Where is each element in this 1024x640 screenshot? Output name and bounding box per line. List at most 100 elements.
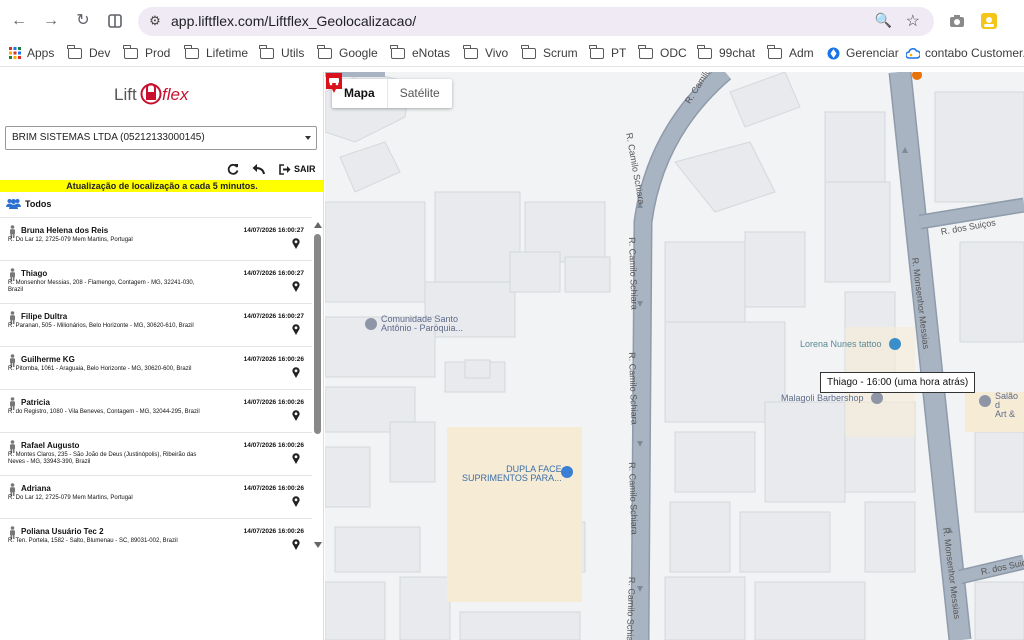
person-row[interactable]: Filipe Dultra 14/07/2026 16:00:27 R. Par… <box>0 304 312 347</box>
person-name: Poliana Usuário Tec 2 <box>21 527 104 536</box>
person-name: Guilherme KG <box>21 355 75 364</box>
barber-label[interactable]: Malagoli Barbershop <box>781 394 864 403</box>
tattoo-poi-icon[interactable] <box>889 338 901 350</box>
person-row[interactable]: Poliana Usuário Tec 2 14/07/2026 16:00:2… <box>0 519 312 562</box>
update-interval-banner: Atualização de localização a cada 5 minu… <box>0 180 323 192</box>
bookmark-folder-lifetime[interactable]: Lifetime <box>184 44 248 60</box>
bookmark-folder-dev[interactable]: Dev <box>67 44 110 60</box>
tattoo-label[interactable]: Lorena Nunes tattoo <box>800 340 882 349</box>
person-address: R. Paranan, 505 - Milionários, Belo Hori… <box>8 323 194 329</box>
bookmark-folder-google[interactable]: Google <box>317 44 378 60</box>
map-pin-icon[interactable] <box>292 238 300 249</box>
person-name: Rafael Augusto <box>21 441 80 450</box>
bookmark-folder-utils[interactable]: Utils <box>259 44 304 60</box>
person-row[interactable]: Patricia 14/07/2026 16:00:26 R. do Regis… <box>0 390 312 433</box>
apps-grid-icon <box>9 47 21 59</box>
map-type-control: Mapa Satélite <box>332 79 452 108</box>
gerenciar-icon <box>827 47 840 59</box>
folder-icon <box>697 44 712 59</box>
bookmark-folder-vivo[interactable]: Vivo <box>463 44 508 60</box>
users-icon <box>6 199 21 209</box>
company-select[interactable]: BRIM SISTEMAS LTDA (05212133000145) <box>5 126 317 150</box>
bookmark-folder-adm[interactable]: Adm <box>767 44 814 60</box>
church-label[interactable]: Comunidade Santo Antônio - Paróquia... <box>381 315 463 333</box>
salon-poi-icon[interactable] <box>979 395 991 407</box>
reload-icon[interactable]: ↻ <box>73 11 93 31</box>
satellite-tab[interactable]: Satélite <box>388 79 452 108</box>
tracked-person-marker-icon[interactable] <box>325 72 343 94</box>
person-row[interactable]: Guilherme KG 14/07/2026 16:00:26 R. Pito… <box>0 347 312 390</box>
extension-icon[interactable] <box>980 12 998 30</box>
person-address: R. Ten. Portela, 1582 - Salto, Blumenau … <box>8 538 178 544</box>
folder-icon <box>184 44 199 59</box>
folder-icon <box>638 44 653 59</box>
bookmark-gerenciar[interactable]: Gerenciar <box>827 46 899 60</box>
tracking-sidebar: Lift flex BRIM SISTEMAS LTDA (0521213300… <box>0 72 324 640</box>
map-pin-icon[interactable] <box>292 496 300 507</box>
last-update-time: 14/07/2026 16:00:27 <box>243 270 304 277</box>
person-name: Adriana <box>21 484 51 493</box>
bookmark-folder-prod[interactable]: Prod <box>123 44 170 60</box>
address-bar[interactable]: ⚙ app.liftflex.com/Liftflex_Geolocalizac… <box>138 7 934 36</box>
person-address: R. Do Lar 12, 2725-079 Mem Martins, Port… <box>8 495 133 501</box>
undo-arrow-icon <box>252 164 265 175</box>
camera-icon[interactable] <box>948 12 966 30</box>
bookmark-folder-99chat[interactable]: 99chat <box>697 44 755 60</box>
all-people-filter[interactable]: Todos <box>6 198 51 209</box>
refresh-button[interactable] <box>227 162 239 176</box>
person-address: R. Monsenhor Messias, 208 - Flamengo, Co… <box>8 280 195 293</box>
map-view[interactable]: Mapa Satélite R. Camilo R. Camilo Schiar… <box>325 72 1024 640</box>
bookmark-contabo[interactable]: contabo Customer... <box>906 46 1024 60</box>
logout-button[interactable]: SAIR <box>279 162 316 176</box>
chevron-down-icon <box>305 136 311 140</box>
refresh-icon <box>227 163 239 175</box>
person-address: R. Montes Claros, 235 - São João de Deus… <box>8 452 197 465</box>
back-icon[interactable]: ← <box>9 11 29 31</box>
map-canvas[interactable] <box>325 72 1024 640</box>
zoom-icon[interactable]: 🔍 <box>875 12 892 29</box>
last-update-time: 14/07/2026 16:00:27 <box>243 313 304 320</box>
contabo-cloud-icon <box>906 48 920 59</box>
bookmark-folder-odc[interactable]: ODC <box>638 44 687 60</box>
scrollbar-thumb[interactable] <box>314 234 321 434</box>
person-name: Patricia <box>21 398 50 407</box>
store-poi-icon[interactable] <box>561 466 573 478</box>
site-settings-icon[interactable]: ⚙ <box>146 12 164 30</box>
person-row[interactable]: Rafael Augusto 14/07/2026 16:00:26 R. Mo… <box>0 433 312 476</box>
bookmark-folder-scrum[interactable]: Scrum <box>521 44 578 60</box>
barber-poi-icon[interactable] <box>871 392 883 404</box>
folder-icon <box>259 44 274 59</box>
map-pin-icon[interactable] <box>292 453 300 464</box>
bookmark-star-icon[interactable]: ☆ <box>906 11 920 31</box>
scroll-up-icon[interactable] <box>314 222 322 228</box>
map-pin-icon[interactable] <box>292 410 300 421</box>
folder-icon <box>521 44 536 59</box>
split-view-icon[interactable] <box>105 11 125 31</box>
store-label[interactable]: DUPLA FACE SUPRIMENTOS PARA... <box>462 465 562 483</box>
street-label: R. Camilo Schiara <box>624 576 637 640</box>
back-button[interactable] <box>252 162 266 176</box>
person-address: R. do Registro, 1080 - Vila Beneves, Con… <box>8 409 200 415</box>
last-update-time: 14/07/2026 16:00:26 <box>243 485 304 492</box>
sign-out-icon <box>279 163 291 175</box>
person-address: R. Do Lar 12, 2725-079 Mem Martins, Port… <box>8 237 133 243</box>
church-poi-icon[interactable] <box>365 318 377 330</box>
folder-icon <box>767 44 782 59</box>
bookmark-folder-pt[interactable]: PT <box>589 44 626 60</box>
map-pin-icon[interactable] <box>292 281 300 292</box>
bookmark-folder-enotas[interactable]: eNotas <box>390 44 450 60</box>
person-row[interactable]: Bruna Helena dos Reis 14/07/2026 16:00:2… <box>0 218 312 261</box>
salon-label[interactable]: Salão d Art & <box>995 392 1024 419</box>
person-row[interactable]: Thiago 14/07/2026 16:00:27 R. Monsenhor … <box>0 261 312 304</box>
person-row[interactable]: Adriana 14/07/2026 16:00:26 R. Do Lar 12… <box>0 476 312 519</box>
list-scrollbar[interactable] <box>313 220 323 550</box>
forward-icon[interactable]: → <box>41 11 61 31</box>
folder-icon <box>67 44 82 59</box>
folder-icon <box>589 44 604 59</box>
bookmark-apps[interactable]: Apps <box>9 46 54 60</box>
map-pin-icon[interactable] <box>292 367 300 378</box>
last-update-time: 14/07/2026 16:00:26 <box>243 528 304 535</box>
map-pin-icon[interactable] <box>292 539 300 550</box>
map-pin-icon[interactable] <box>292 324 300 335</box>
scroll-down-icon[interactable] <box>314 542 322 548</box>
